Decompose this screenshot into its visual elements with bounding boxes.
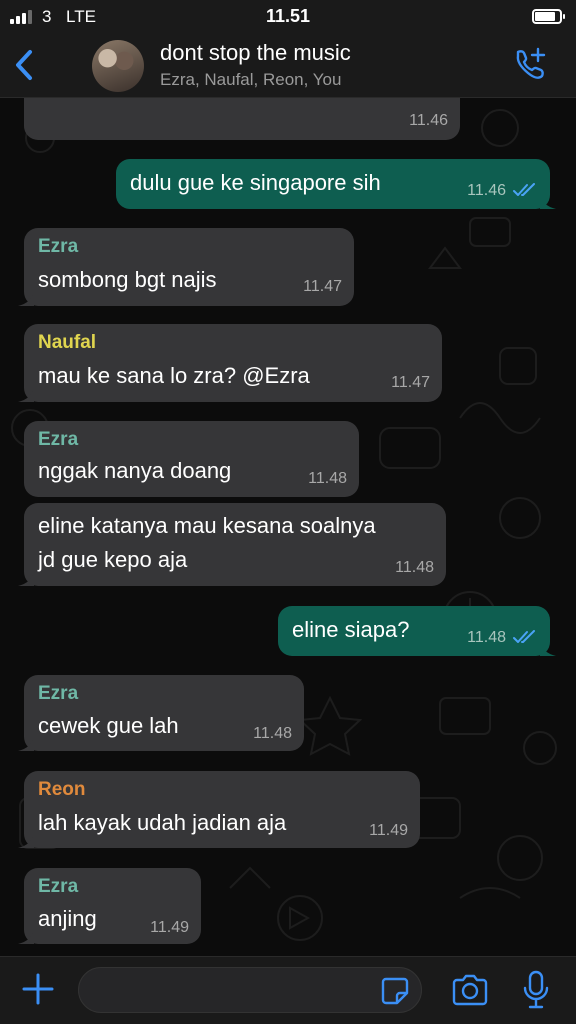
- read-receipt-icon: [513, 183, 535, 196]
- phone-add-icon: [516, 47, 546, 79]
- message-text: sombong bgt najis: [38, 267, 217, 292]
- read-receipt-icon: [513, 630, 535, 643]
- message-input-bar: [0, 956, 576, 1024]
- message-time: 11.47: [391, 374, 430, 391]
- attach-button[interactable]: [20, 971, 56, 1007]
- sender-name[interactable]: Ezra: [38, 683, 78, 705]
- message-bubble-incoming[interactable]: eline katanya mau kesana soalnya jd gue …: [18, 503, 446, 586]
- message-bubble-outgoing[interactable]: eline siapa? 11.48: [278, 606, 556, 656]
- plus-icon: [22, 973, 54, 1005]
- chevron-left-icon: [16, 50, 32, 80]
- message-time: 11.48: [395, 559, 434, 576]
- chat-area[interactable]: 11.46 dulu gue ke singapore sih 11.46 Ez…: [0, 98, 576, 956]
- group-call-button[interactable]: [512, 46, 548, 82]
- sticker-button[interactable]: [380, 976, 410, 1006]
- message-bubble-incoming[interactable]: Ezra sombong bgt najis 11.47: [18, 228, 354, 306]
- message-time: 11.48: [467, 629, 506, 646]
- bubble-tail: [18, 292, 34, 306]
- bubble-tail: [540, 195, 556, 209]
- status-bar: 3 LTE 11.51: [0, 0, 576, 34]
- message-time: 11.48: [253, 725, 292, 742]
- message-time: 11.46: [409, 112, 448, 129]
- message-bubble-outgoing[interactable]: dulu gue ke singapore sih 11.46: [116, 159, 556, 209]
- message-bubble-incoming[interactable]: Ezra cewek gue lah 11.48: [18, 675, 304, 751]
- message-text: mau ke sana lo zra? @Ezra: [38, 363, 310, 388]
- group-title[interactable]: dont stop the music: [160, 40, 351, 66]
- message-time: 11.46: [467, 182, 506, 199]
- message-time: 11.49: [369, 822, 408, 839]
- group-members[interactable]: Ezra, Naufal, Reon, You: [160, 70, 341, 90]
- message-text: lah kayak udah jadian aja: [38, 810, 287, 835]
- bubble-tail: [18, 572, 34, 586]
- bubble-tail: [540, 642, 556, 656]
- message-text: anjing: [38, 906, 97, 931]
- back-button[interactable]: [8, 42, 44, 88]
- message-time: 11.49: [150, 919, 189, 936]
- message-text: dulu gue ke singapore sih: [130, 170, 381, 195]
- sender-name[interactable]: Naufal: [38, 332, 96, 354]
- message-time: 11.47: [303, 278, 342, 295]
- message-bubble-incoming[interactable]: 11.46: [24, 98, 460, 140]
- message-bubble-incoming[interactable]: Ezra nggak nanya doang 11.48: [24, 421, 359, 497]
- message-text: cewek gue lah: [38, 713, 179, 738]
- sender-name[interactable]: Ezra: [38, 876, 78, 898]
- message-bubble-incoming[interactable]: Ezra anjing 11.49: [18, 868, 201, 944]
- message-bubble-incoming[interactable]: Reon lah kayak udah jadian aja 11.49: [18, 771, 420, 848]
- sender-name[interactable]: Ezra: [38, 236, 78, 258]
- microphone-icon: [523, 970, 549, 1009]
- message-bubble-incoming[interactable]: Naufal mau ke sana lo zra? @Ezra 11.47: [18, 324, 442, 402]
- bubble-tail: [18, 388, 34, 402]
- camera-button[interactable]: [450, 973, 490, 1009]
- message-text: eline siapa?: [292, 617, 410, 642]
- message-text-line-2: jd gue kepo aja: [38, 547, 188, 572]
- sender-name[interactable]: Reon: [38, 779, 86, 801]
- message-text: nggak nanya doang: [38, 458, 232, 483]
- status-time: 11.51: [265, 6, 311, 26]
- message-text: eline katanya mau kesana soalnya: [38, 513, 376, 538]
- camera-icon: [452, 974, 488, 1006]
- sticker-icon: [381, 977, 409, 1005]
- group-avatar[interactable]: [92, 40, 144, 92]
- bubble-tail: [18, 737, 34, 751]
- voice-record-button[interactable]: [521, 969, 551, 1011]
- message-time: 11.48: [308, 470, 347, 487]
- bubble-tail: [18, 834, 34, 848]
- sender-name[interactable]: Ezra: [38, 429, 78, 451]
- bubble-tail: [18, 930, 34, 944]
- chat-header: dont stop the music Ezra, Naufal, Reon, …: [0, 34, 576, 98]
- battery-icon: [532, 9, 565, 24]
- message-input[interactable]: [78, 967, 422, 1013]
